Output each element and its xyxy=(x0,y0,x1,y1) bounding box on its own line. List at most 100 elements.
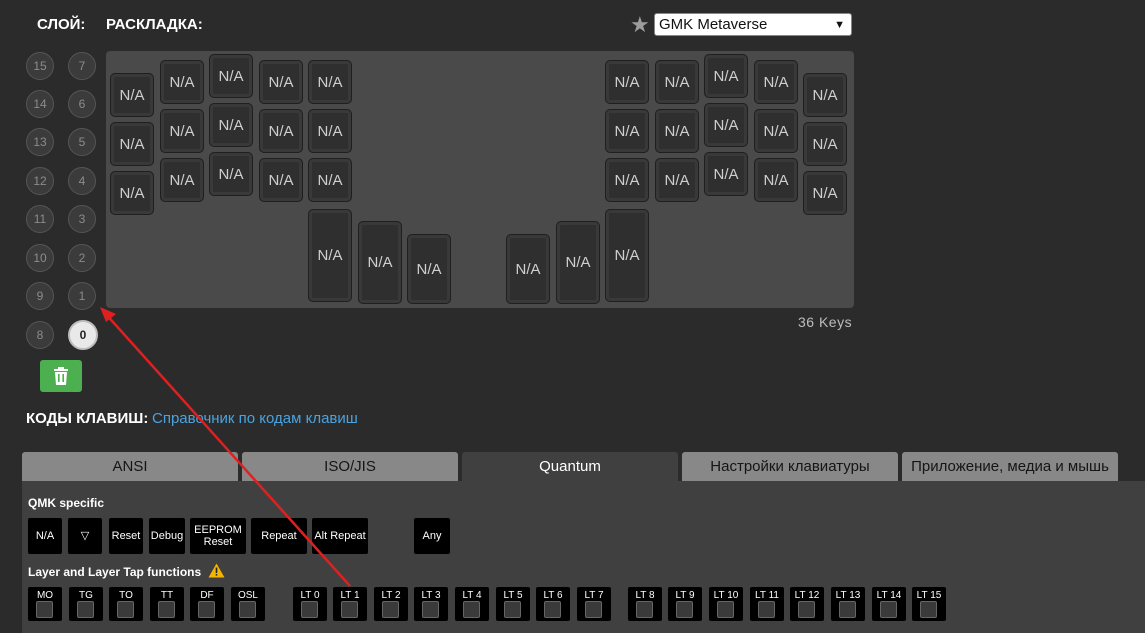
layer-key-lt11[interactable]: LT 11 xyxy=(750,587,784,621)
layer-button-0-active[interactable]: 0 xyxy=(68,320,98,350)
layer-key-slot[interactable] xyxy=(544,601,561,618)
keycode-eeprom-reset[interactable]: EEPROM Reset xyxy=(190,518,246,554)
key[interactable]: N/A xyxy=(110,171,154,215)
keycode-na[interactable]: N/A xyxy=(28,518,62,554)
layer-key-slot[interactable] xyxy=(676,601,693,618)
key[interactable]: N/A xyxy=(308,158,352,202)
layer-key-lt15[interactable]: LT 15 xyxy=(912,587,946,621)
key[interactable]: N/A xyxy=(209,103,253,147)
key[interactable]: N/A xyxy=(754,109,798,153)
layer-key-to[interactable]: TO xyxy=(109,587,143,621)
layer-button-4[interactable]: 4 xyxy=(68,167,96,195)
layer-key-slot[interactable] xyxy=(798,601,815,618)
key[interactable]: N/A xyxy=(704,152,748,196)
layer-key-slot[interactable] xyxy=(158,601,175,618)
layer-button-3[interactable]: 3 xyxy=(68,205,96,233)
key[interactable]: N/A xyxy=(110,73,154,117)
key[interactable]: N/A xyxy=(803,171,847,215)
layer-button-2[interactable]: 2 xyxy=(68,244,96,272)
layer-key-lt9[interactable]: LT 9 xyxy=(668,587,702,621)
layer-key-slot[interactable] xyxy=(758,601,775,618)
layer-button-12[interactable]: 12 xyxy=(26,167,54,195)
layer-key-slot[interactable] xyxy=(717,601,734,618)
key[interactable]: N/A xyxy=(655,109,699,153)
star-icon[interactable]: ★ xyxy=(630,14,652,36)
keycodes-reference-link[interactable]: Справочник по кодам клавиш xyxy=(152,410,358,427)
key[interactable]: N/A xyxy=(605,109,649,153)
layer-key-slot[interactable] xyxy=(382,601,399,618)
layer-key-osl[interactable]: OSL xyxy=(231,587,265,621)
layer-key-slot[interactable] xyxy=(301,601,318,618)
key-thumb[interactable]: N/A xyxy=(308,209,352,302)
layer-key-slot[interactable] xyxy=(198,601,215,618)
layer-key-lt7[interactable]: LT 7 xyxy=(577,587,611,621)
key[interactable]: N/A xyxy=(803,122,847,166)
layer-key-slot[interactable] xyxy=(504,601,521,618)
key[interactable]: N/A xyxy=(209,152,253,196)
tab-app-media-mouse[interactable]: Приложение, медиа и мышь xyxy=(902,452,1118,481)
key[interactable]: N/A xyxy=(605,60,649,104)
layer-button-14[interactable]: 14 xyxy=(26,90,54,118)
keycode-transparent[interactable]: ▽ xyxy=(68,518,102,554)
layer-button-1[interactable]: 1 xyxy=(68,282,96,310)
layer-key-tg[interactable]: TG xyxy=(69,587,103,621)
layer-button-5[interactable]: 5 xyxy=(68,128,96,156)
layer-button-13[interactable]: 13 xyxy=(26,128,54,156)
key-thumb[interactable]: N/A xyxy=(556,221,600,304)
key-thumb[interactable]: N/A xyxy=(407,234,451,304)
layer-key-slot[interactable] xyxy=(36,601,53,618)
layer-key-slot[interactable] xyxy=(422,601,439,618)
layer-key-df[interactable]: DF xyxy=(190,587,224,621)
layer-key-tt[interactable]: TT xyxy=(150,587,184,621)
key[interactable]: N/A xyxy=(259,60,303,104)
keycode-any[interactable]: Any xyxy=(414,518,450,554)
keycode-repeat[interactable]: Repeat xyxy=(251,518,307,554)
key[interactable]: N/A xyxy=(655,158,699,202)
layer-key-lt4[interactable]: LT 4 xyxy=(455,587,489,621)
key-thumb[interactable]: N/A xyxy=(358,221,402,304)
layer-key-slot[interactable] xyxy=(920,601,937,618)
key[interactable]: N/A xyxy=(308,60,352,104)
key[interactable]: N/A xyxy=(259,109,303,153)
layer-key-lt12[interactable]: LT 12 xyxy=(790,587,824,621)
key[interactable]: N/A xyxy=(803,73,847,117)
key[interactable]: N/A xyxy=(160,158,204,202)
layer-key-slot[interactable] xyxy=(585,601,602,618)
key[interactable]: N/A xyxy=(754,60,798,104)
layer-key-slot[interactable] xyxy=(880,601,897,618)
layer-button-8[interactable]: 8 xyxy=(26,321,54,349)
key[interactable]: N/A xyxy=(110,122,154,166)
layer-key-lt6[interactable]: LT 6 xyxy=(536,587,570,621)
layer-button-6[interactable]: 6 xyxy=(68,90,96,118)
layer-key-lt8[interactable]: LT 8 xyxy=(628,587,662,621)
key-thumb[interactable]: N/A xyxy=(506,234,550,304)
layer-button-7[interactable]: 7 xyxy=(68,52,96,80)
layer-key-lt5[interactable]: LT 5 xyxy=(496,587,530,621)
layer-key-lt14[interactable]: LT 14 xyxy=(872,587,906,621)
layer-button-10[interactable]: 10 xyxy=(26,244,54,272)
key[interactable]: N/A xyxy=(754,158,798,202)
layer-button-9[interactable]: 9 xyxy=(26,282,54,310)
layer-key-slot[interactable] xyxy=(77,601,94,618)
layer-key-lt3[interactable]: LT 3 xyxy=(414,587,448,621)
key[interactable]: N/A xyxy=(655,60,699,104)
key[interactable]: N/A xyxy=(605,158,649,202)
keycode-reset[interactable]: Reset xyxy=(109,518,143,554)
layer-key-lt1[interactable]: LT 1 xyxy=(333,587,367,621)
tab-ansi[interactable]: ANSI xyxy=(22,452,238,481)
delete-layer-button[interactable] xyxy=(40,360,82,392)
key[interactable]: N/A xyxy=(209,54,253,98)
layer-key-lt13[interactable]: LT 13 xyxy=(831,587,865,621)
key[interactable]: N/A xyxy=(704,54,748,98)
keycode-debug[interactable]: Debug xyxy=(149,518,185,554)
key-thumb[interactable]: N/A xyxy=(605,209,649,302)
layer-key-slot[interactable] xyxy=(239,601,256,618)
layer-key-lt0[interactable]: LT 0 xyxy=(293,587,327,621)
key[interactable]: N/A xyxy=(308,109,352,153)
layer-button-11[interactable]: 11 xyxy=(26,205,54,233)
key[interactable]: N/A xyxy=(160,109,204,153)
tab-quantum[interactable]: Quantum xyxy=(462,452,678,481)
layer-key-lt2[interactable]: LT 2 xyxy=(374,587,408,621)
key[interactable]: N/A xyxy=(259,158,303,202)
layer-button-15[interactable]: 15 xyxy=(26,52,54,80)
